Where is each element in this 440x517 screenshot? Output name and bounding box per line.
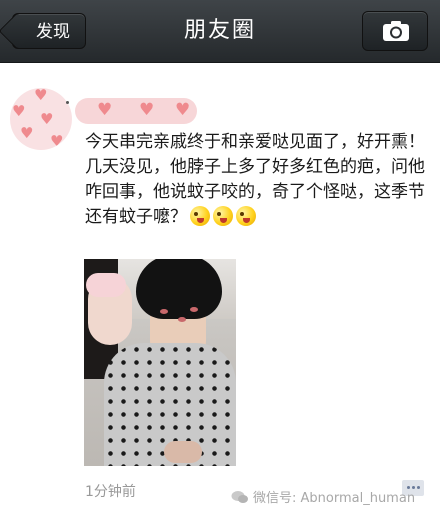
heart-icon: ♥ xyxy=(175,100,191,120)
photo-hair xyxy=(136,259,222,319)
photo-mark xyxy=(160,309,168,314)
wink-tongue-emoji-icon xyxy=(190,206,210,226)
avatar[interactable]: ♥ ♥ ♥ ♥ ♥ xyxy=(10,88,72,150)
camera-icon xyxy=(383,21,409,41)
heart-icon: ♥ xyxy=(139,100,155,120)
photo-hand xyxy=(164,441,202,463)
wechat-icon xyxy=(231,491,248,503)
navbar: 发现 朋友圈 xyxy=(0,0,440,63)
photo-mark xyxy=(190,307,198,312)
watermark-text: 微信号: Abnormal_human xyxy=(253,491,416,506)
heart-icon: ♥ xyxy=(50,132,64,150)
heart-icon: ♥ xyxy=(12,102,26,120)
camera-button[interactable] xyxy=(362,11,428,51)
username-blurred[interactable]: ♥ ♥ ♥ xyxy=(75,98,197,124)
photo-face-blur xyxy=(86,273,126,297)
watermark: 微信号: Abnormal_human xyxy=(231,487,415,506)
heart-icon: ♥ xyxy=(34,88,48,104)
heart-icon: ♥ xyxy=(40,110,54,128)
heart-icon: ♥ xyxy=(20,124,34,142)
wink-tongue-emoji-icon xyxy=(213,206,233,226)
post-text: 今天串完亲戚终于和亲爱哒见面了，好开熏！几天没见，他脖子上多了好多红色的疤，问他… xyxy=(85,130,425,230)
post-photo[interactable] xyxy=(84,259,236,466)
wink-tongue-emoji-icon xyxy=(236,206,256,226)
photo-mark xyxy=(178,317,186,322)
separator-dot xyxy=(66,101,69,104)
post-timestamp: 1分钟前 xyxy=(85,484,136,500)
heart-icon: ♥ xyxy=(97,100,113,120)
